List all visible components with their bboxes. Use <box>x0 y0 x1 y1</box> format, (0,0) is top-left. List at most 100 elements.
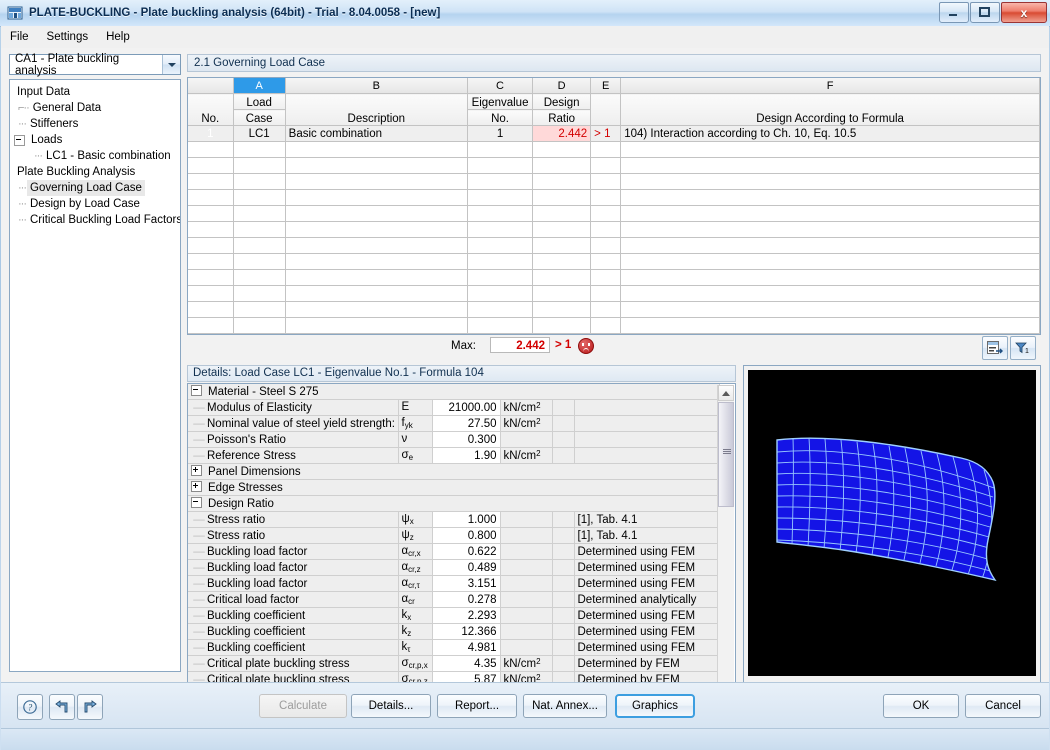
empty-cell[interactable] <box>590 189 622 206</box>
empty-cell[interactable] <box>467 205 534 222</box>
empty-row[interactable] <box>188 173 1040 190</box>
empty-cell[interactable] <box>188 253 234 270</box>
empty-cell[interactable] <box>285 157 468 174</box>
empty-cell[interactable] <box>467 253 534 270</box>
details-value[interactable]: 0.278 <box>432 591 501 608</box>
empty-cell[interactable] <box>188 301 234 318</box>
empty-cell[interactable] <box>188 141 234 158</box>
details-row[interactable]: — Critical load factor αcr 0.278 Determin… <box>188 591 720 608</box>
details-row[interactable]: — Modulus of Elasticity E 21000.00 kN/cm2 <box>188 399 720 416</box>
empty-cell[interactable] <box>532 157 592 174</box>
empty-row[interactable] <box>188 317 1040 334</box>
empty-cell[interactable] <box>590 285 622 302</box>
empty-cell[interactable] <box>532 269 592 286</box>
scroll-up-icon[interactable] <box>718 385 734 401</box>
empty-cell[interactable] <box>620 301 1040 318</box>
empty-cell[interactable] <box>188 269 234 286</box>
empty-cell[interactable] <box>467 157 534 174</box>
scrollbar-thumb[interactable] <box>718 402 734 507</box>
menu-settings[interactable]: Settings <box>38 28 98 46</box>
empty-cell[interactable] <box>188 317 234 334</box>
details-value[interactable]: 4.981 <box>432 639 501 656</box>
cell-description[interactable]: Basic combination <box>285 125 468 142</box>
empty-cell[interactable] <box>233 253 286 270</box>
empty-cell[interactable] <box>233 157 286 174</box>
col-letter-corner[interactable] <box>188 78 234 94</box>
empty-cell[interactable] <box>188 189 234 206</box>
empty-cell[interactable] <box>590 317 622 334</box>
col-letter-c[interactable]: C <box>467 78 534 94</box>
empty-cell[interactable] <box>233 301 286 318</box>
empty-cell[interactable] <box>590 141 622 158</box>
details-row[interactable]: — Stress ratio ψx 1.000 [1], Tab. 4.1 <box>188 511 720 528</box>
tree-item-lc1[interactable]: ··· LC1 - Basic combination <box>10 148 180 164</box>
empty-cell[interactable] <box>590 301 622 318</box>
ok-button[interactable]: OK <box>883 694 959 718</box>
empty-cell[interactable] <box>233 269 286 286</box>
help-question-icon[interactable]: ? <box>17 694 43 720</box>
calculate-button[interactable]: Calculate <box>259 694 347 718</box>
details-row[interactable]: — Buckling coefficient kτ 4.981 Determine… <box>188 639 720 656</box>
details-row[interactable]: — Nominal value of steel yield strength: … <box>188 415 720 432</box>
module-select[interactable]: CA1 - Plate buckling analysis <box>9 53 181 77</box>
empty-cell[interactable] <box>285 253 468 270</box>
empty-cell[interactable] <box>233 173 286 190</box>
details-group-cell[interactable]: Edge Stresses <box>188 479 720 496</box>
empty-cell[interactable] <box>233 285 286 302</box>
report-button[interactable]: Report... <box>437 694 517 718</box>
empty-cell[interactable] <box>532 317 592 334</box>
chevron-down-icon[interactable] <box>162 55 180 74</box>
empty-row[interactable] <box>188 221 1040 238</box>
empty-row[interactable] <box>188 301 1040 318</box>
details-group-row[interactable]: Panel Dimensions <box>188 463 720 480</box>
details-group-cell[interactable]: Panel Dimensions <box>188 463 720 480</box>
tree-item-loads[interactable]: Loads <box>10 132 180 148</box>
details-value[interactable]: 0.300 <box>432 431 501 448</box>
empty-row[interactable] <box>188 285 1040 302</box>
empty-cell[interactable] <box>467 285 534 302</box>
details-value[interactable]: 1.000 <box>432 511 501 528</box>
table-settings-icon[interactable] <box>982 336 1008 360</box>
col-letter-e[interactable]: E <box>590 78 622 94</box>
details-row[interactable]: — Buckling load factor αcr,x 0.622 Determ… <box>188 543 720 560</box>
details-value[interactable]: 4.35 <box>432 655 501 672</box>
empty-row[interactable] <box>188 189 1040 206</box>
details-row[interactable]: — Buckling load factor αcr,z 0.489 Determ… <box>188 559 720 576</box>
empty-cell[interactable] <box>233 189 286 206</box>
empty-cell[interactable] <box>620 269 1040 286</box>
details-scrollbar[interactable] <box>717 385 734 713</box>
empty-cell[interactable] <box>285 237 468 254</box>
empty-cell[interactable] <box>532 205 592 222</box>
collapse-minus-icon[interactable] <box>191 385 202 396</box>
details-row[interactable]: — Stress ratio ψz 0.800 [1], Tab. 4.1 <box>188 527 720 544</box>
empty-cell[interactable] <box>532 253 592 270</box>
empty-cell[interactable] <box>532 301 592 318</box>
details-group-row[interactable]: Design Ratio <box>188 495 720 512</box>
cell-eigenvalue-no[interactable]: 1 <box>467 125 534 142</box>
col-letter-a[interactable]: A <box>233 78 286 94</box>
details-value[interactable]: 0.800 <box>432 527 501 544</box>
table-row[interactable]: 1 LC1 Basic combination 1 2.442 > 1 104)… <box>188 125 1040 142</box>
empty-cell[interactable] <box>233 141 286 158</box>
cell-comparison[interactable]: > 1 <box>590 125 622 142</box>
empty-row[interactable] <box>188 157 1040 174</box>
empty-cell[interactable] <box>532 173 592 190</box>
collapse-minus-icon[interactable] <box>14 134 25 146</box>
menu-help[interactable]: Help <box>97 28 139 46</box>
empty-row[interactable] <box>188 141 1040 158</box>
empty-cell[interactable] <box>620 189 1040 206</box>
tree-item-design-by-load-case[interactable]: ··· Design by Load Case <box>10 196 180 212</box>
graphics-button[interactable]: Graphics <box>615 694 695 718</box>
empty-cell[interactable] <box>620 253 1040 270</box>
empty-cell[interactable] <box>188 285 234 302</box>
empty-cell[interactable] <box>590 237 622 254</box>
empty-cell[interactable] <box>590 253 622 270</box>
empty-cell[interactable] <box>188 237 234 254</box>
details-row[interactable]: — Reference Stress σe 1.90 kN/cm2 <box>188 447 720 464</box>
navigator-tree[interactable]: Input Data ⌐·· General Data ··· Stiffene… <box>9 79 181 672</box>
empty-row[interactable] <box>188 253 1040 270</box>
details-row[interactable]: — Poisson's Ratio ν 0.300 <box>188 431 720 448</box>
empty-cell[interactable] <box>620 173 1040 190</box>
maximize-button[interactable] <box>970 2 1000 23</box>
details-value[interactable]: 12.366 <box>432 623 501 640</box>
